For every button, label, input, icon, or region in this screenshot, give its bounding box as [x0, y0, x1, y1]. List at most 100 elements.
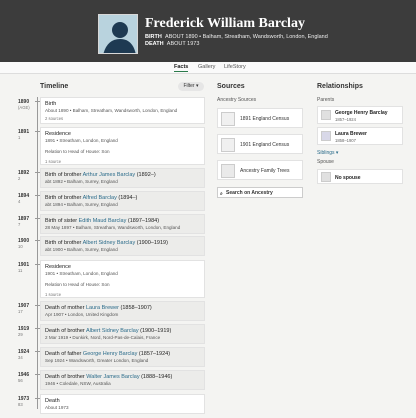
- event-detail: 28 May 1897 • Balham, Streatham, Wandswo…: [45, 225, 181, 230]
- event-age: 17: [18, 309, 23, 314]
- timeline-event[interactable]: Birth of sister Edith Maud Barclay (1897…: [40, 214, 205, 234]
- event-title-text: Death: [45, 398, 60, 404]
- event-sources-count[interactable]: 2 sources: [45, 116, 63, 121]
- timeline-event[interactable]: Death of brother Walter James Barclay (1…: [40, 370, 205, 390]
- source-item-1901-census[interactable]: 1901 England Census: [217, 134, 303, 154]
- sources-title: Sources: [217, 83, 245, 90]
- event-title-text: Birth: [45, 101, 57, 107]
- event-title-dates: (1888–1946): [139, 374, 173, 380]
- event-title: Death: [45, 398, 60, 404]
- event-detail: Apr 1907 • London, United Kingdom: [45, 312, 119, 317]
- tree-icon: [221, 164, 235, 178]
- search-icon: ⌕: [220, 191, 223, 197]
- search-on-ancestry-button[interactable]: ⌕ Search on Ancestry: [217, 187, 303, 198]
- tab-lifestory[interactable]: LifeStory: [224, 64, 246, 70]
- event-title-dates: (1900–1919): [135, 240, 168, 246]
- timeline-event[interactable]: Death About 1973: [40, 394, 205, 414]
- event-person-link[interactable]: Laura Brewer: [86, 305, 119, 311]
- timeline-axis: [37, 97, 38, 409]
- birth-value: ABOUT 1890 • Balham, Streatham, Wandswor…: [165, 34, 328, 40]
- person-portrait[interactable]: [98, 14, 138, 54]
- timeline-event[interactable]: Birth of brother Alfred Barclay (1894–) a…: [40, 191, 205, 211]
- timeline-event[interactable]: Birth of brother Albert Sidney Barclay (…: [40, 236, 205, 256]
- event-detail: 1901 • Streatham, London, England: [45, 271, 118, 276]
- filter-label: Filter: [183, 83, 195, 89]
- event-title: Death of brother Walter James Barclay (1…: [45, 374, 172, 380]
- event-title: Death of father George Henry Barclay (18…: [45, 351, 170, 357]
- event-age: 4: [18, 199, 21, 204]
- event-age: 11: [18, 268, 23, 273]
- event-title-dates: (1894–): [116, 195, 138, 201]
- event-title: Residence: [45, 264, 71, 270]
- event-title-text: Death of brother: [45, 328, 86, 334]
- tab-gallery[interactable]: Gallery: [198, 64, 215, 70]
- event-title-dates: (1897–1984): [126, 218, 160, 224]
- event-person-link[interactable]: George Henry Barclay: [83, 351, 137, 357]
- search-label: Search on Ancestry: [226, 190, 273, 196]
- ancestry-sources-label: Ancestry Sources: [217, 97, 257, 103]
- event-detail: About 1973: [45, 405, 69, 410]
- parents-label: Parents: [317, 97, 335, 103]
- event-title-dates: (1892–): [135, 172, 156, 178]
- event-title-dates: (1858–1907): [119, 305, 152, 311]
- timeline-event[interactable]: Birth of brother Arthur James Barclay (1…: [40, 168, 205, 188]
- event-title: Death of mother Laura Brewer (1858–1907): [45, 305, 152, 311]
- event-title: Birth of brother Arthur James Barclay (1…: [45, 172, 156, 178]
- event-age: 34: [18, 355, 23, 360]
- siblings-toggle[interactable]: Siblings ▾: [317, 150, 338, 156]
- death-label: DEATH: [145, 41, 164, 47]
- spouse-name: No spouse: [335, 175, 361, 181]
- event-person-link[interactable]: Walter James Barclay: [86, 374, 139, 380]
- event-person-link[interactable]: Albert Sidney Barclay: [83, 240, 136, 246]
- death-summary: DEATH ABOUT 1973: [145, 41, 199, 47]
- parent-father[interactable]: George Henry Barclay 1857–1924: [317, 106, 403, 124]
- event-age: 56: [18, 378, 23, 383]
- event-title: Residence: [45, 131, 71, 137]
- event-age: 83: [18, 402, 23, 407]
- parent-name: Laura Brewer: [335, 131, 367, 137]
- profile-header: Frederick William Barclay BIRTH ABOUT 18…: [0, 0, 416, 62]
- timeline-event[interactable]: Residence 1891 • Streatham, London, Engla…: [40, 127, 205, 165]
- timeline-title: Timeline: [40, 83, 69, 90]
- timeline-event[interactable]: Death of father George Henry Barclay (18…: [40, 347, 205, 367]
- source-item-family-trees[interactable]: Ancestry Family Trees: [217, 160, 303, 180]
- event-person-link[interactable]: Albert Sidney Barclay: [86, 328, 139, 334]
- event-sources-count[interactable]: 1 source: [45, 159, 61, 164]
- timeline-event[interactable]: Residence 1901 • Streatham, London, Engla…: [40, 260, 205, 298]
- event-person-link[interactable]: Arthur James Barclay: [83, 172, 136, 178]
- document-icon: [221, 112, 235, 126]
- event-person-link[interactable]: Alfred Barclay: [83, 195, 117, 201]
- event-age: 10: [18, 244, 23, 249]
- event-title-text: Residence: [45, 264, 71, 270]
- death-value: ABOUT 1973: [166, 41, 200, 47]
- event-person-link[interactable]: Edith Maud Barclay: [79, 218, 127, 224]
- event-title: Birth of brother Alfred Barclay (1894–): [45, 195, 137, 201]
- event-age: 1: [18, 135, 21, 140]
- timeline-event[interactable]: Death of brother Albert Sidney Barclay (…: [40, 324, 205, 344]
- event-detail: abt 1900 • Balham, Surrey, England: [45, 247, 118, 252]
- parent-dates: 1857–1924: [335, 117, 356, 122]
- event-detail: abt 1894 • Balham, Surrey, England: [45, 202, 118, 207]
- event-title-dates: (1900–1919): [138, 328, 172, 334]
- event-title-text: Death of brother: [45, 374, 87, 380]
- source-label: 1891 England Census: [240, 116, 290, 122]
- tab-facts[interactable]: Facts: [174, 64, 189, 72]
- timeline-event[interactable]: Birth About 1890 • Balham, Streatham, Wan…: [40, 97, 205, 124]
- event-title: Birth: [45, 101, 56, 107]
- filter-button[interactable]: Filter ▾: [178, 82, 204, 91]
- event-age: 2: [18, 176, 21, 181]
- birth-label: BIRTH: [145, 34, 162, 40]
- event-title-text: Death of father: [45, 351, 83, 357]
- event-title: Birth of sister Edith Maud Barclay (1897…: [45, 218, 159, 224]
- spouse-label: Spouse: [317, 159, 334, 165]
- event-detail: Sep 1924 • Wandsworth, Greater London, E…: [45, 358, 149, 363]
- source-item-1891-census[interactable]: 1891 England Census: [217, 108, 303, 128]
- source-label: 1901 England Census: [240, 142, 290, 148]
- event-sources-count[interactable]: 1 source: [45, 292, 61, 297]
- spouse-item[interactable]: No spouse: [317, 169, 403, 184]
- event-title-text: Residence: [45, 131, 71, 137]
- timeline-event[interactable]: Death of mother Laura Brewer (1858–1907)…: [40, 301, 205, 321]
- event-detail: abt 1892 • Balham, Surrey, England: [45, 179, 118, 184]
- source-label: Ancestry Family Trees: [240, 168, 290, 174]
- parent-mother[interactable]: Laura Brewer 1858–1907: [317, 127, 403, 145]
